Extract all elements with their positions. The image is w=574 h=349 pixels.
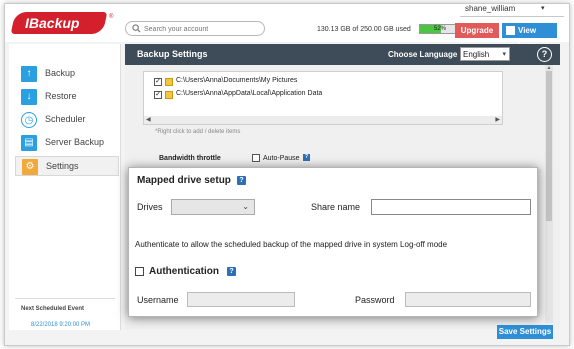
share-name-field[interactable] — [371, 199, 531, 215]
horizontal-scrollbar[interactable]: ◀ ▶ — [144, 116, 502, 124]
registered-mark: ® — [109, 14, 114, 20]
authentication-checkbox[interactable] — [135, 267, 144, 276]
mapped-drive-dialog: Mapped drive setup ? Drives ⌄ Share name… — [128, 167, 538, 317]
sidebar-divider — [15, 298, 115, 299]
username-field[interactable] — [187, 292, 295, 307]
chevron-down-icon: ▾ — [502, 51, 506, 58]
upgrade-button[interactable]: Upgrade — [455, 23, 499, 38]
dialog-title: Mapped drive setup — [137, 175, 231, 186]
drives-label: Drives — [137, 202, 163, 212]
file-list-hint: *Right click to add / delete items — [155, 129, 241, 135]
next-scheduled-title: Next Scheduled Event — [21, 306, 85, 312]
server-icon: ▤ — [21, 135, 37, 151]
bandwidth-label: Bandwidth throttle — [159, 155, 221, 162]
gear-icon: ⚙ — [22, 159, 38, 175]
help-icon[interactable]: ? — [227, 267, 236, 276]
header-divider — [460, 16, 564, 17]
logs-icon — [506, 26, 515, 35]
password-field[interactable] — [405, 292, 531, 307]
logo-text: IBackup — [25, 15, 80, 31]
sidebar-item-backup[interactable]: ↑ Backup — [15, 64, 119, 84]
next-scheduled-time: 8/22/2018 9:20:00 PM — [31, 322, 91, 328]
scroll-right-icon[interactable]: ▶ — [495, 116, 500, 123]
arrow-up-icon: ↑ — [21, 66, 37, 82]
sidebar-item-restore[interactable]: ↓ Restore — [15, 87, 119, 107]
sidebar-item-server-backup[interactable]: ▤ Server Backup — [15, 133, 119, 153]
view-logs-button[interactable]: View Logs — [502, 23, 557, 50]
top-header: IBackup ® shane_william ▾ 130.13 GB of 2… — [5, 4, 569, 50]
search-icon — [132, 24, 141, 33]
scrollbar-thumb[interactable] — [546, 71, 552, 221]
help-icon[interactable]: ? — [537, 47, 552, 62]
sidebar-item-label: Settings — [46, 161, 79, 171]
sidebar-item-label: Backup — [45, 68, 76, 78]
folder-icon — [165, 91, 173, 99]
file-checkbox[interactable]: ✓ — [154, 91, 162, 99]
file-path: C:\Users\Anna\Documents\My Pictures — [176, 77, 298, 84]
sidebar-item-label: Restore — [45, 91, 77, 101]
chevron-down-icon: ⌄ — [242, 202, 249, 211]
file-checkbox[interactable]: ✓ — [154, 78, 162, 86]
username-menu[interactable]: shane_william — [465, 4, 515, 13]
search-box[interactable] — [125, 21, 265, 36]
sidebar-item-label: Server Backup — [45, 137, 105, 147]
auto-pause-label: Auto-Pause — [263, 155, 300, 162]
ibackup-logo: IBackup ® — [10, 12, 113, 34]
clock-icon: ◷ — [21, 112, 37, 128]
authentication-description: Authenticate to allow the scheduled back… — [135, 240, 448, 249]
arrow-down-icon: ↓ — [21, 89, 37, 105]
save-settings-button[interactable]: Save Settings — [497, 325, 553, 339]
auto-pause-checkbox[interactable] — [252, 154, 260, 162]
sidebar-item-settings[interactable]: ⚙ Settings — [15, 156, 119, 176]
drives-select[interactable]: ⌄ — [171, 199, 255, 215]
backup-file-list: ✓ C:\Users\Anna\Documents\My Pictures ✓ … — [143, 71, 503, 125]
storage-usage-text: 130.13 GB of 250.00 GB used — [317, 26, 411, 33]
scroll-left-icon[interactable]: ◀ — [146, 116, 151, 123]
language-select[interactable]: English ▾ — [460, 47, 510, 61]
help-icon[interactable]: ? — [237, 176, 246, 185]
share-name-label: Share name — [311, 202, 361, 212]
file-path: C:\Users\Anna\AppData\Local\Application … — [176, 90, 323, 97]
storage-percent: 52% — [433, 26, 446, 32]
username-label: Username — [137, 295, 179, 305]
authentication-label: Authentication — [149, 266, 219, 277]
language-value: English — [463, 50, 490, 59]
page-title: Backup Settings — [137, 49, 208, 59]
sidebar: ↑ Backup ↓ Restore ◷ Scheduler ▤ Server … — [9, 44, 121, 330]
sidebar-item-scheduler[interactable]: ◷ Scheduler — [15, 110, 119, 130]
password-label: Password — [355, 295, 395, 305]
folder-icon — [165, 78, 173, 86]
sidebar-item-label: Scheduler — [45, 114, 86, 124]
panel-header: Backup Settings Choose Language English … — [125, 44, 560, 65]
help-icon[interactable]: ? — [303, 154, 310, 161]
search-input[interactable] — [144, 24, 260, 34]
chevron-down-icon[interactable]: ▾ — [541, 4, 545, 12]
language-label: Choose Language — [388, 50, 458, 59]
